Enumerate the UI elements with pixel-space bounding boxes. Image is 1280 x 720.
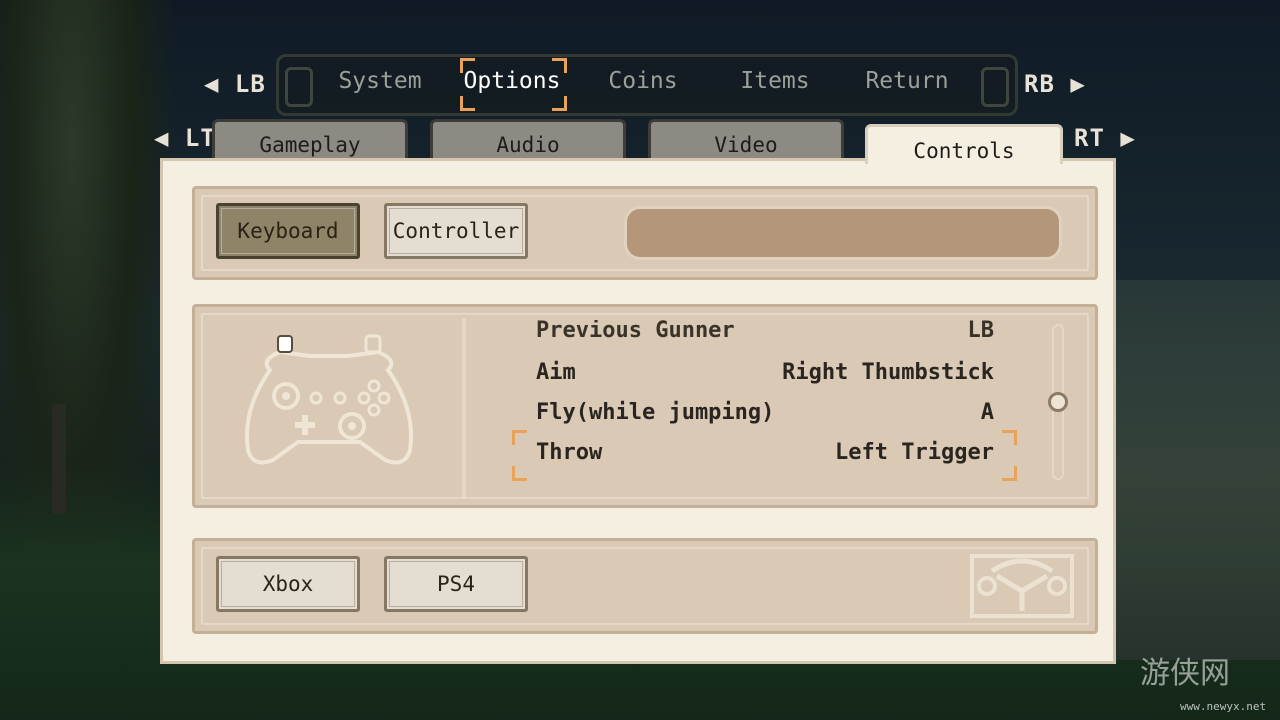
nav-right-ornament-icon [981, 67, 1009, 107]
selection-bracket-icon [552, 96, 567, 111]
selection-bracket-icon [512, 430, 527, 445]
binding-key: Left Trigger [835, 440, 994, 465]
binding-row[interactable]: Aim Right Thumbstick [536, 360, 994, 390]
binding-key: A [980, 400, 994, 425]
binding-key: Right Thumbstick [782, 360, 994, 385]
keyboard-button[interactable]: Keyboard [216, 203, 360, 259]
scrollbar-thumb[interactable] [1048, 392, 1068, 412]
controller-icon [244, 334, 414, 465]
selection-bracket-icon [1002, 466, 1017, 481]
binding-row[interactable]: Previous Gunner LB [536, 320, 994, 348]
controller-button[interactable]: Controller [384, 203, 528, 259]
binding-action: Aim [536, 360, 576, 385]
binding-row-selected[interactable]: Throw Left Trigger [536, 440, 994, 470]
background-structure [1110, 280, 1280, 660]
selection-bracket-icon [460, 96, 475, 111]
binding-action: Throw [536, 440, 603, 465]
selection-bracket-icon [552, 58, 567, 73]
emblem-icon [970, 554, 1074, 618]
lb-button[interactable]: ◀ LB [204, 70, 266, 98]
bindings-scrollbar[interactable] [1048, 318, 1070, 488]
watermark-logo: 游侠网 [1140, 656, 1230, 691]
xbox-button[interactable]: Xbox [216, 556, 360, 612]
tab-gameplay[interactable]: Gameplay [212, 119, 408, 159]
binding-action: Fly(while jumping) [536, 400, 775, 425]
tab-controls[interactable]: Controls [865, 124, 1063, 164]
rb-button[interactable]: RB ▶ [1024, 70, 1086, 98]
rt-button[interactable]: RT ▶ [1074, 124, 1136, 152]
nav-left-ornament-icon [285, 67, 313, 107]
bindings-divider [462, 318, 466, 498]
binding-row[interactable]: Fly(while jumping) A [536, 400, 994, 430]
selection-bracket-icon [512, 466, 527, 481]
binding-key: LB [967, 320, 995, 343]
nav-system[interactable]: System [315, 68, 445, 94]
nav-items[interactable]: Items [710, 68, 840, 94]
selection-bracket-icon [1002, 430, 1017, 445]
watermark-url: www.newyx.net [1180, 700, 1267, 713]
binding-action: Previous Gunner [536, 320, 735, 343]
background-lamp-post [52, 404, 66, 514]
binding-info-bar [624, 206, 1062, 260]
lt-button[interactable]: ◀ LT [154, 124, 216, 152]
ps4-button[interactable]: PS4 [384, 556, 528, 612]
bindings-list[interactable]: Previous Gunner LB Aim Right Thumbstick … [530, 320, 1000, 490]
tab-video[interactable]: Video [648, 119, 844, 159]
nav-coins[interactable]: Coins [578, 68, 708, 94]
nav-return[interactable]: Return [842, 68, 972, 94]
selection-bracket-icon [460, 58, 475, 73]
tab-audio[interactable]: Audio [430, 119, 626, 159]
